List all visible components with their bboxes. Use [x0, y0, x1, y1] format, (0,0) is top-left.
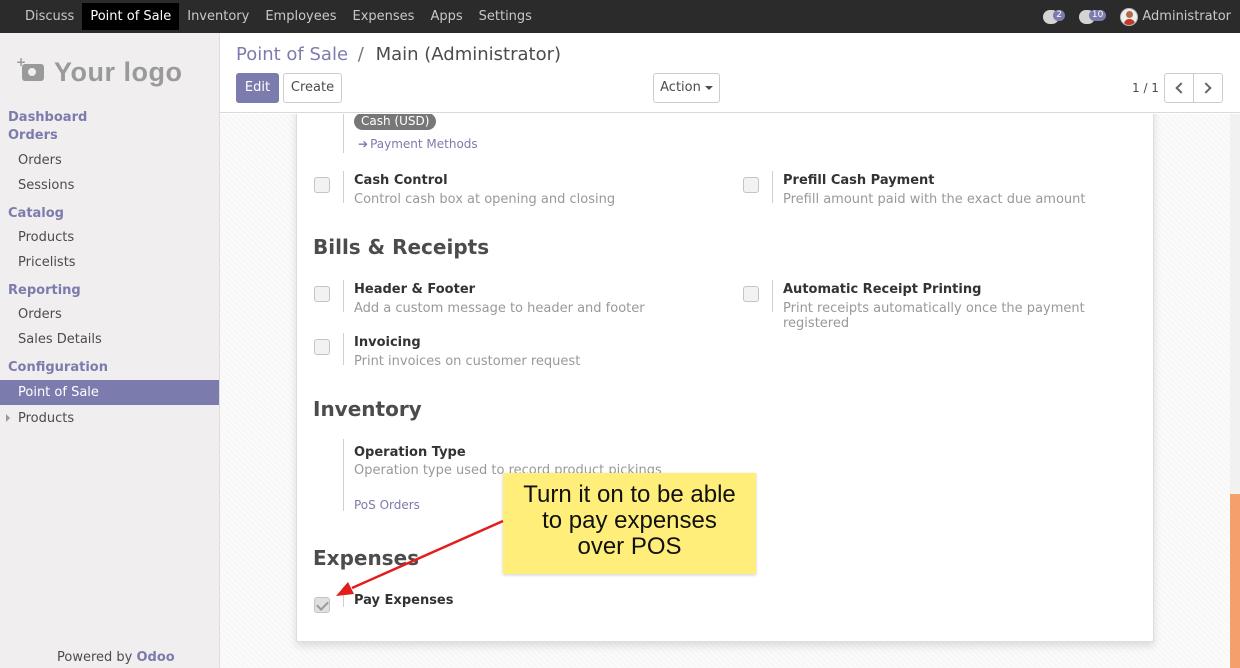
cash-control-title: Cash Control: [354, 173, 448, 188]
sidebar-item-dashboard[interactable]: Dashboard: [0, 109, 219, 127]
menu-expenses[interactable]: Expenses: [345, 0, 423, 33]
sidebar-item-pricelists[interactable]: Pricelists: [0, 250, 219, 275]
sidebar-item-products[interactable]: Products: [0, 225, 219, 250]
header-footer-desc: Add a custom message to header and foote…: [354, 301, 645, 316]
chevron-right-icon: [1200, 82, 1212, 94]
powered-prefix: Powered by: [57, 650, 133, 665]
sidebar-header-reporting[interactable]: Reporting: [0, 282, 219, 300]
breadcrumb-current: Main (Administrator): [375, 44, 562, 65]
auto-receipt-title: Automatic Receipt Printing: [783, 282, 982, 297]
callout-line-1: Turn it on to be able: [523, 481, 736, 508]
operation-type-value[interactable]: PoS Orders: [354, 498, 420, 512]
section-inventory: Inventory: [313, 397, 422, 421]
sidebar-nav: Dashboard Orders Orders Sessions Catalog…: [0, 109, 219, 431]
menu-discuss[interactable]: Discuss: [17, 0, 82, 33]
pay-expenses-checkbox[interactable]: [314, 597, 330, 613]
company-logo[interactable]: Your logo: [16, 51, 198, 93]
messages-badge: 10: [1088, 10, 1107, 21]
sidebar-item-sales-details[interactable]: Sales Details: [0, 327, 219, 352]
sidebar-header-orders[interactable]: Orders: [0, 127, 219, 145]
menu-inventory[interactable]: Inventory: [179, 0, 257, 33]
pager-previous-button[interactable]: [1164, 73, 1194, 103]
callout-line-3: over POS: [577, 533, 682, 560]
prefill-cash-checkbox[interactable]: [743, 177, 759, 193]
sidebar-item-orders[interactable]: Orders: [0, 148, 219, 173]
sidebar-item-reporting-orders[interactable]: Orders: [0, 302, 219, 327]
operation-type-title: Operation Type: [354, 445, 466, 460]
user-name: Administrator: [1142, 9, 1231, 24]
auto-receipt-checkbox[interactable]: [743, 286, 759, 302]
sidebar-header-configuration[interactable]: Configuration: [0, 359, 219, 377]
section-bills-receipts: Bills & Receipts: [313, 235, 490, 259]
divider: [343, 280, 344, 312]
user-menu[interactable]: Administrator: [1120, 7, 1231, 26]
activity-badge: 2: [1053, 10, 1065, 21]
logo-text: Your logo: [54, 56, 183, 87]
sidebar-item-config-products[interactable]: Products: [0, 406, 219, 431]
divider: [772, 171, 773, 203]
divider: [343, 439, 344, 511]
avatar: [1120, 7, 1139, 26]
form-view: Cash (USD) ➔ Payment Methods Cash Control…: [220, 114, 1230, 668]
edit-button[interactable]: Edit: [236, 73, 279, 103]
menu-apps[interactable]: Apps: [422, 0, 470, 33]
prefill-cash-desc: Prefill amount paid with the exact due a…: [783, 192, 1086, 207]
powered-by: Powered by Odoo: [57, 650, 175, 665]
menu-settings[interactable]: Settings: [471, 0, 540, 33]
breadcrumb: Point of Sale / Main (Administrator): [236, 44, 561, 65]
divider: [772, 280, 773, 312]
action-label: Action: [660, 80, 701, 95]
header-footer-checkbox[interactable]: [314, 286, 330, 302]
chevron-left-icon: [1175, 82, 1187, 94]
sidebar-item-point-of-sale[interactable]: Point of Sale: [0, 380, 219, 405]
annotation-callout: Turn it on to be able to pay expenses ov…: [503, 473, 756, 574]
callout-line-2: to pay expenses: [542, 507, 717, 534]
activity-button[interactable]: 2: [1043, 9, 1065, 24]
odoo-link[interactable]: Odoo: [137, 650, 175, 665]
divider: [343, 587, 344, 607]
control-panel: Point of Sale / Main (Administrator) Edi…: [220, 33, 1240, 113]
invoicing-checkbox[interactable]: [314, 339, 330, 355]
arrow-right-icon: ➔: [358, 137, 369, 151]
section-expenses: Expenses: [313, 546, 420, 570]
scrollbar-thumb[interactable]: [1230, 494, 1240, 668]
cash-control-desc: Control cash box at opening and closing: [354, 192, 616, 207]
invoicing-title: Invoicing: [354, 335, 421, 350]
caret-right-icon: [6, 414, 10, 422]
sidebar-header-catalog[interactable]: Catalog: [0, 205, 219, 223]
header-footer-title: Header & Footer: [354, 282, 476, 297]
menu-point-of-sale[interactable]: Point of Sale: [82, 3, 180, 30]
menu-employees[interactable]: Employees: [257, 0, 344, 33]
action-dropdown[interactable]: Action: [653, 73, 720, 103]
sidebar-item-label: Products: [18, 411, 75, 426]
cash-control-checkbox[interactable]: [314, 177, 330, 193]
systray: 2 10 Administrator: [1029, 0, 1231, 33]
payment-methods-link[interactable]: ➔ Payment Methods: [358, 137, 478, 151]
breadcrumb-separator: /: [357, 44, 364, 65]
pager-next-button[interactable]: [1193, 73, 1223, 103]
app-menu: Discuss Point of Sale Inventory Employee…: [17, 0, 540, 33]
sidebar: Your logo Dashboard Orders Orders Sessio…: [0, 33, 220, 668]
payment-method-tag[interactable]: Cash (USD): [354, 114, 437, 130]
pager-value[interactable]: 1 / 1: [1132, 81, 1159, 95]
divider: [343, 171, 344, 203]
divider: [343, 114, 344, 153]
messages-button[interactable]: 10: [1078, 9, 1107, 24]
caret-down-icon: [704, 85, 713, 90]
auto-receipt-desc: Print receipts automatically once the pa…: [783, 301, 1085, 331]
invoicing-desc: Print invoices on customer request: [354, 354, 581, 369]
top-navbar: Discuss Point of Sale Inventory Employee…: [0, 0, 1240, 33]
pay-expenses-title: Pay Expenses: [354, 593, 454, 608]
prefill-cash-title: Prefill Cash Payment: [783, 173, 935, 188]
camera-icon: [16, 55, 44, 81]
create-button[interactable]: Create: [283, 73, 342, 103]
vertical-scrollbar[interactable]: [1230, 114, 1240, 668]
breadcrumb-parent[interactable]: Point of Sale: [236, 44, 348, 65]
payment-methods-label: Payment Methods: [370, 137, 478, 151]
sidebar-item-sessions[interactable]: Sessions: [0, 173, 219, 198]
divider: [343, 333, 344, 365]
